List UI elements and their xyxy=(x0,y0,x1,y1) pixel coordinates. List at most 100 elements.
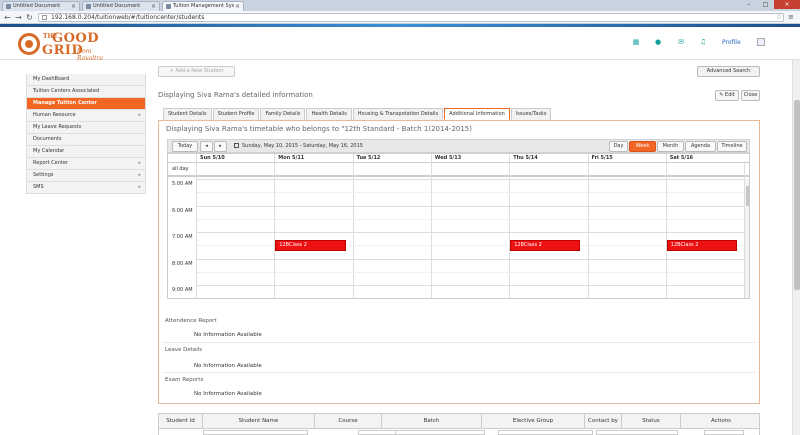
filter-input[interactable] xyxy=(498,430,593,435)
maximize-icon[interactable]: □ xyxy=(757,0,774,9)
back-icon[interactable]: ← xyxy=(3,13,12,22)
logo-emblem-icon xyxy=(18,33,40,55)
sidebar-item-documents[interactable]: Documents xyxy=(26,134,146,146)
filter-input[interactable] xyxy=(596,430,678,435)
view-agenda-button[interactable]: Agenda xyxy=(685,141,716,152)
column-header-course[interactable]: Course xyxy=(314,414,381,429)
minimize-icon[interactable]: – xyxy=(740,0,757,9)
browser-tab-2[interactable]: Untitled Document × xyxy=(82,1,160,11)
tab-health-details[interactable]: Health Details xyxy=(306,108,352,120)
close-button[interactable]: Close xyxy=(741,90,760,101)
day-column-header: Sat 5/16 xyxy=(665,154,744,163)
mail-icon[interactable]: ✉ xyxy=(677,38,685,46)
leave-details-value: No Information Available xyxy=(194,363,262,369)
page-icon xyxy=(6,4,11,9)
logo-tagline: from Ravaltra xyxy=(77,48,103,62)
profile-link[interactable]: Profile xyxy=(722,39,741,46)
scrollbar-thumb[interactable] xyxy=(794,100,800,290)
all-day-row: all day xyxy=(168,163,749,177)
tab-family-details[interactable]: Family Details xyxy=(260,108,306,120)
close-icon[interactable]: × xyxy=(235,2,240,11)
users-icon[interactable]: ● xyxy=(654,38,662,46)
column-header-status[interactable]: Status xyxy=(621,414,680,429)
address-bar[interactable]: 192.168.0.204/tuitionweb/#/tuitioncenter… xyxy=(38,13,784,22)
column-header-actions[interactable]: Actions xyxy=(680,414,761,429)
sidebar-item-settings[interactable]: Settings ▸ xyxy=(26,170,146,182)
bell-icon[interactable]: ♫ xyxy=(699,38,707,46)
window-close-icon[interactable]: × xyxy=(774,0,800,9)
view-timeline-button[interactable]: Timeline xyxy=(717,141,747,152)
column-header-student-name[interactable]: Student Name xyxy=(202,414,314,429)
close-icon[interactable]: × xyxy=(71,2,76,11)
close-icon[interactable]: × xyxy=(151,2,156,11)
leave-details-label: Leave Details xyxy=(165,347,203,353)
forward-icon[interactable]: → xyxy=(14,13,23,22)
page-icon xyxy=(166,4,171,9)
view-month-button[interactable]: Month xyxy=(657,141,684,152)
next-week-button[interactable]: ▸ xyxy=(214,141,227,152)
calendar-event[interactable]: 12BClass 2 xyxy=(275,240,346,251)
url-text: 192.168.0.204/tuitionweb/#/tuitioncenter… xyxy=(51,14,205,21)
exam-reports-label: Exam Reports xyxy=(165,377,204,383)
calendar-event[interactable]: 12BClass 2 xyxy=(510,240,581,251)
add-student-button[interactable]: + Add a New Student xyxy=(158,66,235,77)
browser-tab-bar: Untitled Document × Untitled Document × … xyxy=(0,0,800,11)
time-label: 9:00 AM xyxy=(172,287,193,293)
bookmark-star-icon[interactable]: ☆ xyxy=(776,13,782,21)
sidebar-item-my-leave-requests[interactable]: My Leave Requests xyxy=(26,122,146,134)
sidebar-item-human-resource[interactable]: Human Resource ▸ xyxy=(26,110,146,122)
sidebar-item-manage-tuition-center[interactable]: Manage Tuition Center xyxy=(26,98,146,110)
reload-icon[interactable]: ↻ xyxy=(25,13,34,22)
sidebar-item-sms[interactable]: SMS ▸ xyxy=(26,182,146,194)
avatar[interactable] xyxy=(757,38,765,46)
column-header-elective-group[interactable]: Elective Group xyxy=(481,414,584,429)
advanced-search-button[interactable]: Advanced Search xyxy=(697,66,760,77)
prev-week-button[interactable]: ◂ xyxy=(200,141,213,152)
week-calendar: Sun 5/10 Mon 5/11 Tue 5/12 Wed 5/13 Thu 5/14… xyxy=(167,153,750,299)
chevron-right-icon: ▸ xyxy=(138,160,141,166)
chevron-right-icon: ▸ xyxy=(138,112,141,118)
view-week-button[interactable]: Week xyxy=(629,141,656,152)
page-scrollbar[interactable] xyxy=(792,60,800,435)
calendar-scrollbar-thumb[interactable] xyxy=(746,186,749,206)
browser-toolbar: ← → ↻ 192.168.0.204/tuitionweb/#/tuition… xyxy=(0,11,800,24)
day-column-header: Sun 5/10 xyxy=(196,154,274,163)
edit-button[interactable]: ✎ Edit xyxy=(715,90,739,101)
filter-input[interactable] xyxy=(203,430,308,435)
menu-icon[interactable]: ≡ xyxy=(788,13,794,21)
browser-tab-1[interactable]: Untitled Document × xyxy=(2,1,80,11)
column-header-batch[interactable]: Batch xyxy=(381,414,481,429)
day-column-divider xyxy=(274,163,276,298)
day-column-divider xyxy=(430,163,432,298)
tab-housing-transpotation-details[interactable]: Housing & Transpotation Details xyxy=(352,108,444,120)
attendance-report-label: Attendence Report xyxy=(165,318,217,324)
tab-student-profile[interactable]: Student Profile xyxy=(212,108,260,120)
filter-input[interactable] xyxy=(395,430,485,435)
sidebar-item-tuition-centers-associated[interactable]: Tuition Centers Associated xyxy=(26,86,146,98)
calendar-toolbar: Today ◂ ▸ Sunday, May 10, 2015 - Saturda… xyxy=(167,139,750,153)
calendar-icon xyxy=(234,143,239,148)
tab-additional-information[interactable]: Additional Information xyxy=(444,108,510,120)
day-column-header: Thu 5/14 xyxy=(509,154,587,163)
sidebar-item-report-center[interactable]: Report Center ▸ xyxy=(26,158,146,170)
divider xyxy=(163,342,755,343)
today-button[interactable]: Today xyxy=(172,141,198,152)
sidebar-item-my-dashboard[interactable]: My DashBoard xyxy=(26,74,146,86)
sidebar-item-label: Documents xyxy=(33,136,62,142)
column-header-contact-by[interactable]: Contact by xyxy=(584,414,621,429)
table-filter-row xyxy=(158,429,760,435)
grid-icon[interactable]: ▦ xyxy=(632,38,640,46)
sidebar-item-my-calendar[interactable]: My Calendar xyxy=(26,146,146,158)
column-header-student-id[interactable]: Student Id xyxy=(159,414,202,429)
day-column-divider xyxy=(196,163,197,298)
calendar-event[interactable]: 12BClass 2 xyxy=(666,240,738,251)
logo[interactable]: THE GOOD GRID from Ravaltra xyxy=(18,31,118,62)
tab-issues-tasks[interactable]: Issues/Tasks xyxy=(510,108,552,120)
filter-input[interactable] xyxy=(704,430,744,435)
browser-tab-3[interactable]: Tuition Management Sys × xyxy=(162,1,244,11)
tab-student-details[interactable]: Student Details xyxy=(163,108,212,120)
chevron-right-icon: ▸ xyxy=(138,184,141,190)
view-day-button[interactable]: Day xyxy=(609,141,628,152)
time-label: 5:00 AM xyxy=(172,181,193,187)
day-column-divider xyxy=(509,163,511,298)
